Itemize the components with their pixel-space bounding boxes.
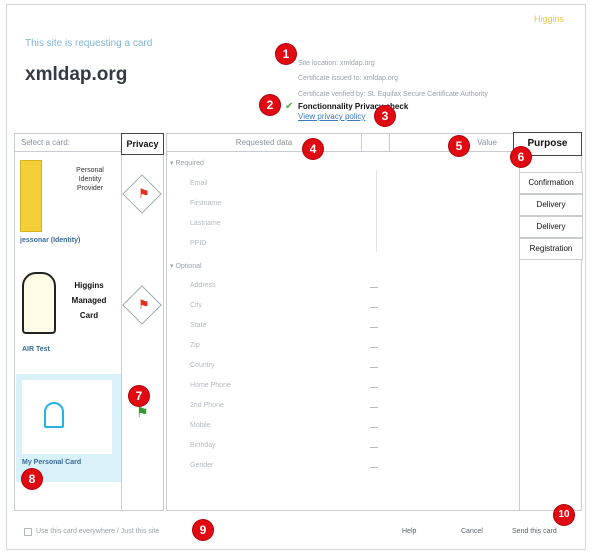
field-mobile: Mobile bbox=[190, 422, 211, 429]
card-icon bbox=[20, 160, 42, 232]
col-requested-data: Requested data bbox=[167, 134, 362, 152]
mascot-icon bbox=[22, 272, 56, 334]
card-name-jessonar: jessonar (Identity) bbox=[20, 237, 81, 244]
value-line bbox=[370, 407, 378, 408]
col-spacer bbox=[362, 134, 390, 152]
card-line: Provider bbox=[76, 185, 104, 192]
purpose-confirmation[interactable]: Confirmation bbox=[519, 172, 583, 194]
certificate-issued: Certificate issued to: xmldap.org bbox=[298, 75, 398, 82]
field-gender: Gender bbox=[190, 462, 214, 469]
red-flag-icon: ⚑ bbox=[138, 186, 150, 201]
card-preview bbox=[22, 380, 112, 454]
certificate-verified: Certificate verified by: St. Equifax Sec… bbox=[298, 91, 488, 98]
privacy-tab[interactable]: Privacy bbox=[121, 133, 164, 155]
callout-9: 9 bbox=[193, 520, 213, 540]
value-line bbox=[370, 307, 378, 308]
callout-7: 7 bbox=[129, 386, 149, 406]
view-privacy-policy-link[interactable]: View privacy policy bbox=[298, 112, 365, 121]
callout-2: 2 bbox=[260, 95, 280, 115]
card-lines: Personal Identity Provider bbox=[60, 166, 120, 193]
callout-4: 4 bbox=[303, 139, 323, 159]
value-line bbox=[370, 347, 378, 348]
field-home-phone: Home Phone bbox=[190, 382, 231, 389]
card-name-air-test: AIR Test bbox=[22, 346, 50, 353]
card-line: Identity bbox=[78, 176, 102, 183]
field-birthday: Birthday bbox=[190, 442, 216, 449]
brand-label: Higgins bbox=[534, 14, 565, 24]
value-line bbox=[370, 327, 378, 328]
value-line bbox=[370, 367, 378, 368]
callout-3: 3 bbox=[375, 106, 395, 126]
field-city: City bbox=[190, 302, 203, 309]
card-air-test[interactable]: Higgins Managed Card bbox=[20, 268, 120, 338]
card-jessonar[interactable]: Personal Identity Provider bbox=[20, 160, 120, 232]
field-lastname: Lastname bbox=[190, 220, 221, 227]
site-domain: xmldap.org bbox=[25, 64, 128, 85]
field-zip: Zip bbox=[190, 342, 200, 349]
callout-5: 5 bbox=[449, 136, 469, 156]
field-state: State bbox=[190, 322, 207, 329]
callout-6: 6 bbox=[511, 147, 531, 167]
select-card-title: Select a card: bbox=[15, 134, 121, 152]
value-line bbox=[370, 447, 378, 448]
use-everywhere-checkbox[interactable] bbox=[24, 528, 32, 536]
card-line: Personal bbox=[76, 167, 104, 174]
red-flag-icon: ⚑ bbox=[138, 297, 150, 312]
cancel-button[interactable]: Cancel bbox=[461, 528, 483, 535]
request-text: This site is requesting a card bbox=[25, 38, 153, 49]
purpose-delivery-2[interactable]: Delivery bbox=[519, 216, 583, 238]
use-everywhere-label: Use this card everywhere / Just this sit… bbox=[36, 528, 160, 535]
field-address: Address bbox=[190, 282, 216, 289]
value-line bbox=[370, 287, 378, 288]
card-name-my-personal: My Personal Card bbox=[22, 459, 82, 466]
site-location: Site location: xmldap.org bbox=[298, 60, 375, 67]
green-flag-icon[interactable]: ⚑ bbox=[136, 404, 149, 421]
card-line: Higgins bbox=[74, 281, 104, 290]
optional-section: ▾ Optional bbox=[170, 263, 202, 270]
field-firstname: Firstname bbox=[190, 200, 222, 207]
callout-1: 1 bbox=[276, 44, 296, 64]
required-divider bbox=[376, 170, 377, 252]
check-icon: ✔ bbox=[285, 101, 294, 112]
send-card-button[interactable]: Send this card bbox=[512, 528, 557, 535]
card-lines: Higgins Managed Card bbox=[60, 278, 118, 323]
required-label: Required bbox=[175, 160, 204, 167]
field-country: Country bbox=[190, 362, 215, 369]
field-2nd-phone: 2nd Phone bbox=[190, 402, 224, 409]
callout-8: 8 bbox=[22, 469, 42, 489]
value-line bbox=[370, 467, 378, 468]
purpose-registration[interactable]: Registration bbox=[519, 238, 583, 260]
card-line: Card bbox=[79, 311, 99, 320]
person-icon bbox=[44, 402, 64, 428]
value-line bbox=[370, 427, 378, 428]
callout-10: 10 bbox=[554, 505, 574, 525]
field-ppid: PPID bbox=[190, 240, 207, 247]
card-line: Managed bbox=[71, 296, 107, 305]
field-email: Email bbox=[190, 180, 208, 187]
value-line bbox=[370, 387, 378, 388]
optional-label: Optional bbox=[175, 263, 202, 270]
required-section: ▾ Required bbox=[170, 160, 204, 167]
purpose-delivery-1[interactable]: Delivery bbox=[519, 194, 583, 216]
help-button[interactable]: Help bbox=[402, 528, 416, 535]
